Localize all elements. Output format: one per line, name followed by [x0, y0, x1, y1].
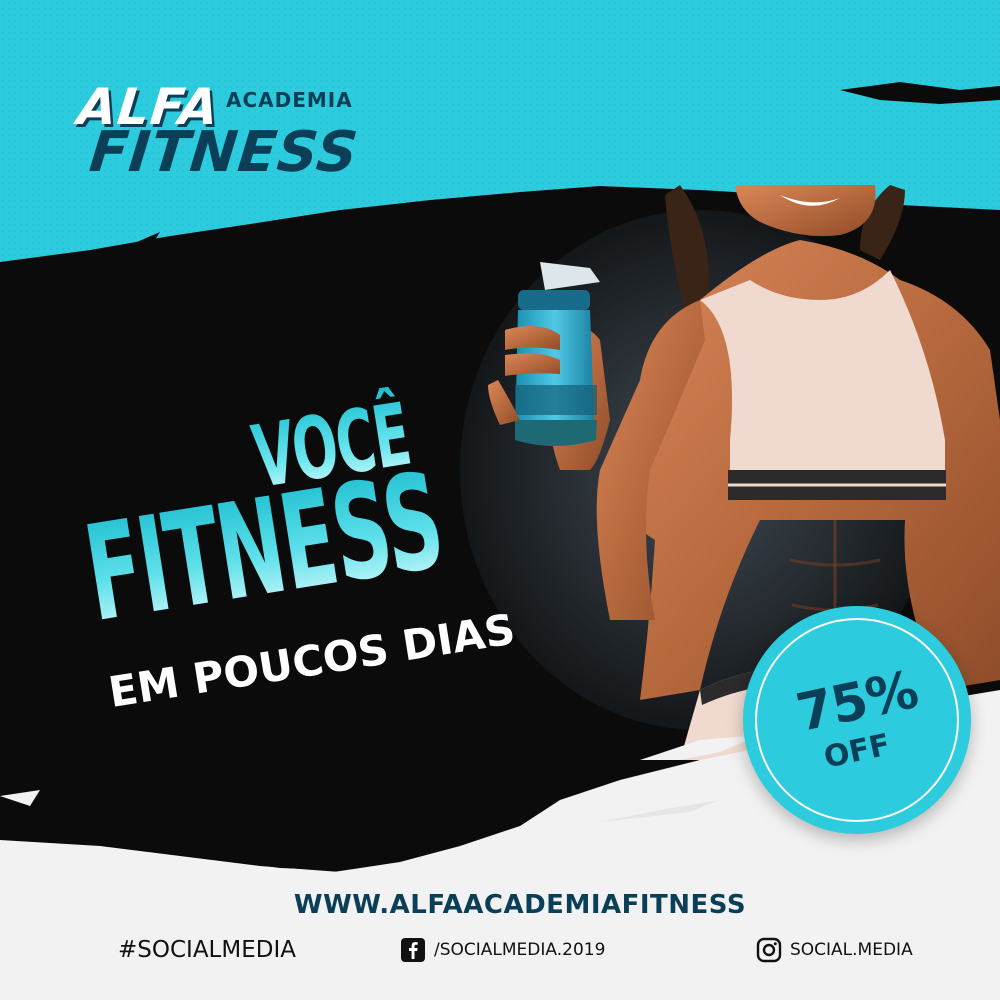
instagram-icon [756, 937, 782, 963]
discount-label: OFF [820, 727, 894, 776]
website-link[interactable]: WWW.ALFAACADEMIAFITNESS [0, 890, 1000, 920]
instagram-link[interactable]: SOCIAL.MEDIA [756, 937, 913, 963]
logo-fitness-text: FITNESS [86, 120, 362, 185]
instagram-handle: SOCIAL.MEDIA [790, 940, 913, 960]
facebook-link[interactable]: /SOCIALMEDIA.2019 [400, 937, 605, 963]
hashtag-text: #SOCIALMEDIA [118, 937, 296, 963]
poster: ALFA ACADEMIA FITNESS VOCÊ FITNESS EM PO… [0, 0, 1000, 1000]
hashtag-label: #SOCIALMEDIA [118, 937, 296, 963]
logo-academia-text: ACADEMIA [226, 88, 353, 112]
discount-badge: 75% OFF [743, 606, 971, 834]
discount-percent: 75% [791, 660, 923, 744]
brand-logo: ALFA ACADEMIA FITNESS [75, 78, 362, 198]
facebook-icon [401, 938, 425, 962]
facebook-handle: /SOCIALMEDIA.2019 [434, 940, 606, 960]
